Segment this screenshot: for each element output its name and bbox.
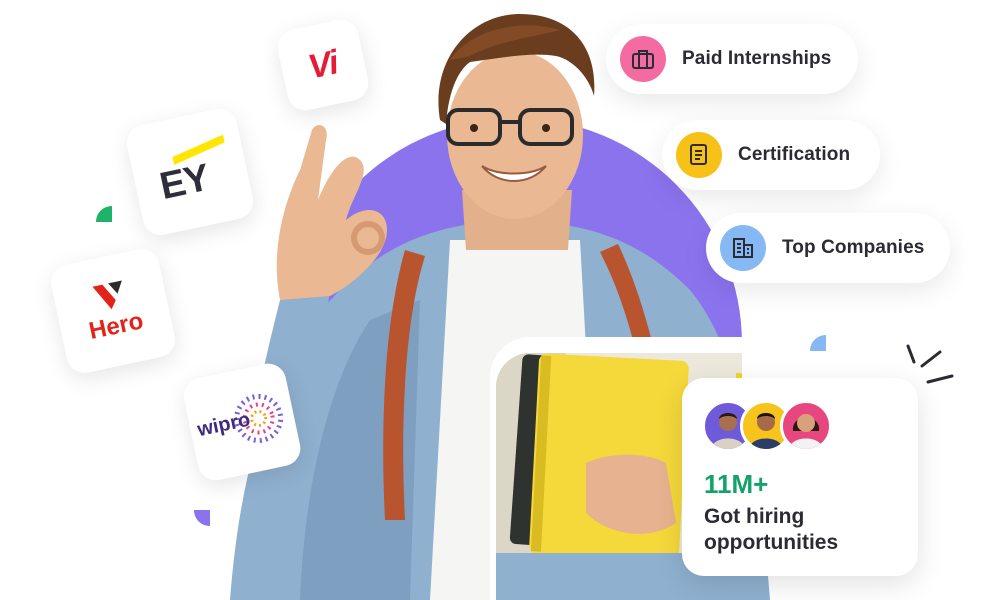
hiring-stats-card: 11M+ Got hiring opportunities <box>682 378 918 576</box>
wipro-logo-tile: wipro <box>180 360 304 484</box>
briefcase-icon-badge <box>620 36 666 82</box>
hiring-count: 11M+ <box>704 469 769 499</box>
certificate-icon-badge <box>676 132 722 178</box>
certificate-icon <box>690 144 707 165</box>
hiring-caption: Got hiring opportunities <box>704 505 839 554</box>
feature-paid-internships: Paid Internships <box>606 24 858 94</box>
building-icon-badge <box>720 225 766 271</box>
vi-logo: Vi <box>304 42 341 87</box>
feature-label: Certification <box>738 144 851 165</box>
feature-top-companies: Top Companies <box>706 213 950 283</box>
feature-label: Paid Internships <box>682 48 832 69</box>
hero-banner: Vi EY Hero wipro Paid Internships Certif… <box>0 0 1000 600</box>
briefcase-icon <box>632 50 654 69</box>
hero-logo-tile: Hero <box>47 245 179 377</box>
building-icon <box>733 238 753 258</box>
ey-logo-tile: EY <box>123 105 257 239</box>
feature-certification: Certification <box>662 120 880 190</box>
avatar <box>780 400 832 452</box>
vi-logo-tile: Vi <box>274 16 372 114</box>
feature-label: Top Companies <box>782 237 925 258</box>
ey-logo: EY <box>156 156 213 208</box>
